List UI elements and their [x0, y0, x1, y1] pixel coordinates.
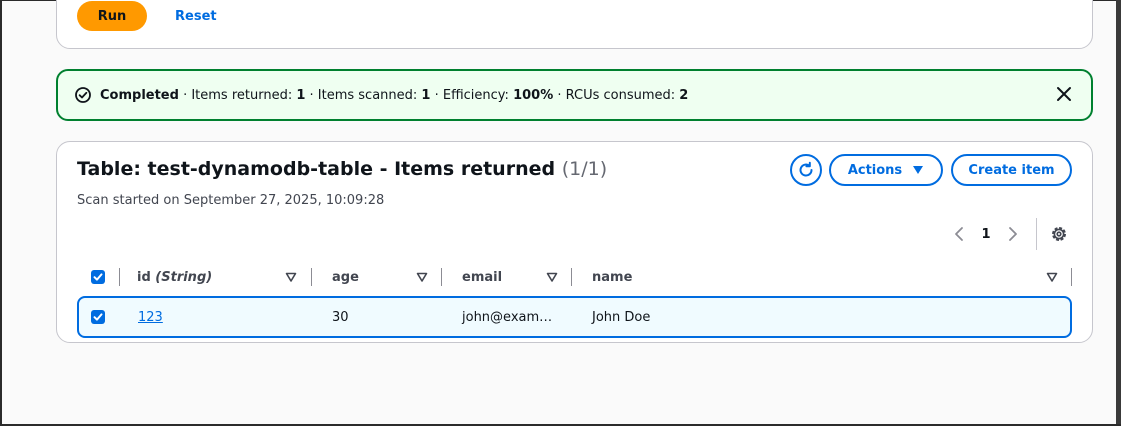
sort-caret-icon[interactable]	[546, 271, 558, 283]
column-header-id-name: id	[137, 269, 151, 285]
items-count: (1/1)	[561, 158, 608, 180]
results-card: Table: test-dynamodb-table - Items retur…	[56, 141, 1093, 343]
column-header-id[interactable]: id (String)	[137, 264, 212, 290]
pagination-divider	[1036, 218, 1037, 250]
items-scanned-label: · Items scanned:	[305, 87, 422, 103]
sort-caret-icon[interactable]	[1046, 271, 1058, 283]
page-title: Table: test-dynamodb-table - Items retur…	[77, 158, 607, 180]
cell-age: 30	[332, 309, 349, 325]
chevron-left-icon[interactable]	[950, 225, 968, 243]
pagination: 1	[950, 222, 1022, 246]
efficiency-label: · Efficiency:	[430, 87, 514, 103]
table-header: id (String) age email name	[77, 264, 1073, 290]
refresh-button[interactable]	[790, 154, 822, 186]
cell-name: John Doe	[592, 309, 651, 325]
cell-email: john@exam…	[462, 309, 553, 325]
column-header-id-type: (String)	[155, 269, 213, 285]
rcus-value: 2	[679, 87, 689, 103]
create-item-button[interactable]: Create item	[951, 154, 1072, 186]
window-frame-right	[1116, 0, 1121, 426]
status-label: Completed	[100, 87, 179, 103]
page-number[interactable]: 1	[968, 227, 1004, 242]
window-frame-left	[0, 0, 2, 426]
column-header-name[interactable]: name	[592, 264, 632, 290]
status-banner: Completed · Items returned: 1 · Items sc…	[56, 69, 1093, 121]
column-header-email[interactable]: email	[462, 264, 502, 290]
refresh-icon	[797, 161, 815, 179]
column-divider	[571, 268, 572, 286]
column-divider	[311, 268, 312, 286]
query-card: Run Reset	[56, 0, 1093, 49]
success-check-icon	[74, 86, 92, 104]
select-all-checkbox[interactable]	[91, 264, 105, 290]
efficiency-value: 100%	[513, 87, 554, 103]
scan-timestamp: Scan started on September 27, 2025, 10:0…	[77, 193, 385, 208]
rcus-label: · RCUs consumed:	[553, 87, 680, 103]
column-divider	[1071, 268, 1072, 286]
actions-dropdown[interactable]: Actions	[829, 154, 943, 186]
items-returned-label: · Items returned:	[178, 87, 297, 103]
item-id-link[interactable]: 123	[138, 298, 163, 336]
close-icon[interactable]	[1055, 85, 1073, 103]
sort-caret-icon[interactable]	[416, 271, 428, 283]
column-header-age[interactable]: age	[332, 264, 359, 290]
row-select-checkbox[interactable]	[91, 298, 105, 336]
run-button[interactable]: Run	[77, 1, 147, 31]
column-divider	[119, 268, 120, 286]
checkbox-checked-icon	[91, 310, 105, 324]
table-title: Table: test-dynamodb-table - Items retur…	[77, 158, 556, 180]
checkbox-checked-icon	[91, 270, 105, 284]
chevron-right-icon[interactable]	[1004, 225, 1022, 243]
status-summary: Completed · Items returned: 1 · Items sc…	[100, 88, 688, 103]
column-divider	[441, 268, 442, 286]
sort-caret-icon[interactable]	[285, 271, 297, 283]
caret-down-icon	[912, 165, 924, 175]
actions-label: Actions	[847, 162, 903, 178]
reset-button[interactable]: Reset	[167, 1, 225, 31]
gear-icon[interactable]	[1049, 224, 1069, 244]
table-row[interactable]: 123 30 john@exam… John Doe	[77, 296, 1072, 338]
